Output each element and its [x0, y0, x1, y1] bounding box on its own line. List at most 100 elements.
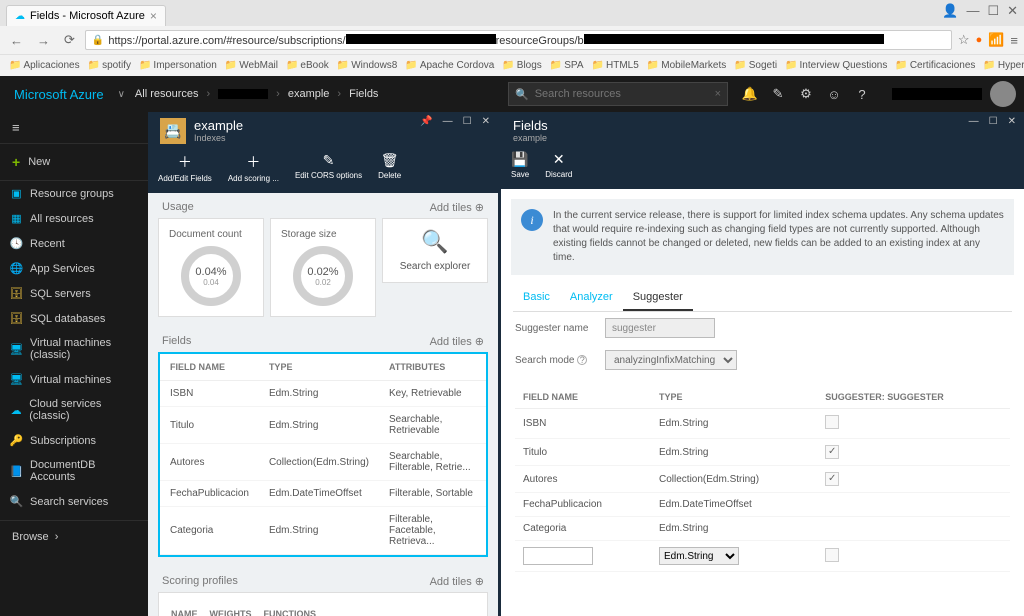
bookmark-item[interactable]: 📁HTML5: [589, 59, 642, 72]
doc-count-tile[interactable]: Document count 0.04% 0.04: [158, 218, 264, 317]
user-name[interactable]: [892, 88, 982, 100]
sidebar-item[interactable]: ☁Cloud services (classic): [0, 392, 148, 428]
feedback-icon[interactable]: ☺: [820, 76, 848, 112]
checkbox[interactable]: [825, 472, 839, 486]
suggester-name-input[interactable]: [605, 318, 715, 338]
sidebar-item[interactable]: 🖥Virtual machines (classic): [0, 331, 148, 367]
sidebar-item[interactable]: 🌐App Services: [0, 256, 148, 281]
breadcrumb-item[interactable]: All resources: [135, 88, 199, 100]
toolbar-button[interactable]: 💾Save: [511, 151, 529, 179]
storage-tile[interactable]: Storage size 0.02% 0.02: [270, 218, 376, 317]
bookmark-item[interactable]: 📁spotify: [85, 59, 134, 72]
search-explorer-tile[interactable]: 🔍 Search explorer: [382, 218, 488, 283]
close-icon[interactable]: ×: [150, 9, 157, 23]
maximize-blade-icon[interactable]: ☐: [463, 116, 472, 127]
minimize-icon[interactable]: —: [966, 3, 979, 19]
sidebar-item[interactable]: 🔍Search services: [0, 489, 148, 514]
sidebar-item[interactable]: 🔑Subscriptions: [0, 428, 148, 453]
user-icon[interactable]: 👤: [942, 3, 958, 19]
bookmark-item[interactable]: 📁Windows8: [334, 59, 401, 72]
breadcrumb-item[interactable]: Fields: [349, 88, 378, 100]
clear-icon[interactable]: ×: [715, 88, 721, 100]
forward-icon[interactable]: →: [33, 33, 54, 48]
azure-logo[interactable]: Microsoft Azure: [0, 87, 118, 102]
new-field-name-input[interactable]: [523, 547, 593, 565]
sidebar-item[interactable]: ▣Resource groups: [0, 181, 148, 206]
new-button[interactable]: + New: [0, 144, 148, 181]
fields-table-box[interactable]: FIELD NAMETYPEATTRIBUTESISBNEdm.StringKe…: [158, 352, 488, 557]
toolbar-button[interactable]: ✕Discard: [545, 151, 572, 179]
gear-icon[interactable]: ⚙: [792, 76, 820, 112]
url-input[interactable]: 🔒 https://portal.azure.com/#resource/sub…: [85, 30, 952, 50]
bookmark-item[interactable]: 📁SPA: [547, 59, 587, 72]
sidebar-item[interactable]: 🗄SQL servers: [0, 281, 148, 306]
star-icon[interactable]: ☆: [958, 32, 970, 48]
checkbox[interactable]: [825, 548, 839, 562]
pin-icon[interactable]: 📌: [420, 116, 432, 127]
sidebar-item[interactable]: 🕓Recent: [0, 231, 148, 256]
bookmark-item[interactable]: 📁Aplicaciones: [6, 59, 83, 72]
bookmark-item[interactable]: 📁Sogeti: [731, 59, 780, 72]
bookmark-item[interactable]: 📁Blogs: [499, 59, 544, 72]
search-mode-select[interactable]: analyzingInfixMatching: [605, 350, 737, 370]
hamburger-icon[interactable]: ≡: [0, 112, 148, 144]
bookmark-item[interactable]: 📁Hyper-V AnyConnect: [980, 59, 1024, 72]
maximize-icon[interactable]: ☐: [987, 3, 999, 19]
bookmark-item[interactable]: 📁Interview Questions: [782, 59, 890, 72]
close-blade-icon[interactable]: ✕: [1008, 116, 1016, 127]
chevron-down-icon[interactable]: ∨: [118, 89, 135, 100]
bell-icon[interactable]: 🔔: [736, 76, 764, 112]
checkbox[interactable]: [825, 415, 839, 429]
table-row[interactable]: AutoresCollection(Edm.String)Searchable,…: [160, 444, 486, 481]
scoring-box[interactable]: NAME WEIGHTS FUNCTIONS You haven't creat…: [158, 592, 488, 616]
sidebar-item-label: SQL servers: [30, 288, 91, 300]
menu-icon[interactable]: ≡: [1010, 33, 1018, 48]
breadcrumb-item[interactable]: example: [288, 88, 330, 100]
add-tiles-button[interactable]: Add tiles ⊕: [430, 335, 484, 348]
toolbar-button[interactable]: ＋Add/Edit Fields: [158, 152, 212, 183]
rss-icon[interactable]: 📶: [988, 32, 1004, 48]
search-input[interactable]: [535, 88, 709, 100]
add-tiles-button[interactable]: Add tiles ⊕: [430, 575, 484, 588]
add-tiles-button[interactable]: Add tiles ⊕: [430, 201, 484, 214]
back-icon[interactable]: ←: [6, 33, 27, 48]
close-blade-icon[interactable]: ✕: [482, 116, 490, 127]
avatar[interactable]: [990, 81, 1016, 107]
search-box[interactable]: 🔍 ×: [508, 82, 728, 106]
browser-tab[interactable]: ☁ Fields - Microsoft Azure ×: [6, 5, 166, 26]
ext-icon[interactable]: ●: [976, 34, 983, 46]
bookmark-item[interactable]: 📁Certificaciones: [892, 59, 978, 72]
help-icon[interactable]: ?: [848, 76, 876, 112]
reload-icon[interactable]: ⟳: [60, 32, 79, 48]
browse-button[interactable]: Browse ›: [0, 520, 148, 553]
maximize-blade-icon[interactable]: ☐: [989, 116, 998, 127]
bookmark-item[interactable]: 📁Impersonation: [136, 59, 220, 72]
tab-analyzer[interactable]: Analyzer: [560, 285, 623, 311]
bookmark-item[interactable]: 📁MobileMarkets: [644, 59, 729, 72]
sidebar-item[interactable]: 📘DocumentDB Accounts: [0, 453, 148, 489]
checkbox[interactable]: [825, 445, 839, 459]
new-field-type-select[interactable]: Edm.String: [659, 547, 739, 565]
sidebar-item[interactable]: ▦All resources: [0, 206, 148, 231]
table-row[interactable]: TituloEdm.StringSearchable, Retrievable: [160, 407, 486, 444]
sidebar-item[interactable]: 🖥Virtual machines: [0, 367, 148, 392]
tab-suggester[interactable]: Suggester: [623, 285, 693, 311]
help-icon[interactable]: ?: [577, 355, 587, 365]
toolbar-button[interactable]: ＋Add scoring ...: [228, 152, 279, 183]
table-row[interactable]: ISBNEdm.StringKey, Retrievable: [160, 381, 486, 407]
tab-basic[interactable]: Basic: [513, 285, 560, 311]
toolbar-button[interactable]: 🗑Delete: [378, 152, 401, 183]
minimize-blade-icon[interactable]: —: [443, 116, 453, 127]
bookmark-item[interactable]: 📁Apache Cordova: [402, 59, 497, 72]
toolbar-button[interactable]: ✎Edit CORS options: [295, 152, 362, 183]
minimize-blade-icon[interactable]: —: [969, 116, 979, 127]
plus-circle-icon: ⊕: [475, 335, 484, 348]
bookmark-item[interactable]: 📁WebMail: [222, 59, 281, 72]
table-row[interactable]: FechaPublicacionEdm.DateTimeOffsetFilter…: [160, 481, 486, 507]
sidebar-item[interactable]: 🗄SQL databases: [0, 306, 148, 331]
close-window-icon[interactable]: ✕: [1007, 3, 1018, 19]
edit-icon[interactable]: ✎: [764, 76, 792, 112]
breadcrumb-item[interactable]: [218, 89, 268, 99]
bookmark-item[interactable]: 📁eBook: [283, 59, 332, 72]
table-row[interactable]: CategoriaEdm.StringFilterable, Facetable…: [160, 507, 486, 555]
